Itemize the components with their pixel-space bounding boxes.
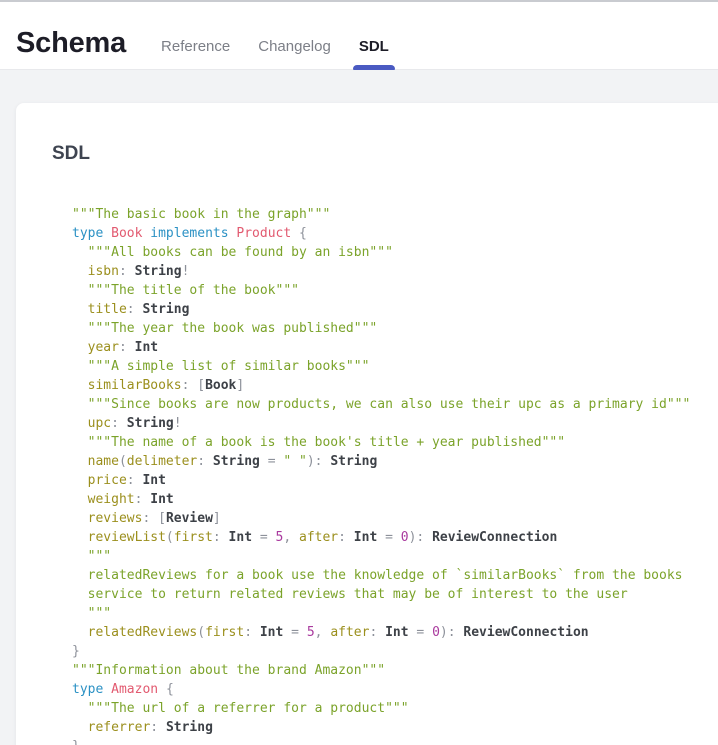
- schema-tabs: Reference Changelog SDL: [158, 38, 392, 69]
- tab-sdl[interactable]: SDL: [356, 38, 392, 69]
- code-line: referrer: String: [72, 718, 716, 737]
- code-line: type Amazon {: [72, 680, 716, 699]
- code-line: name(delimeter: String = " "): String: [72, 452, 716, 471]
- code-line: }: [72, 737, 716, 745]
- code-line: """The title of the book""": [72, 281, 716, 300]
- sdl-card: SDL """The basic book in the graph"""typ…: [16, 103, 718, 745]
- schema-header: Schema Reference Changelog SDL: [0, 0, 718, 70]
- code-line: """A simple list of similar books""": [72, 357, 716, 376]
- code-line: """All books can be found by an isbn""": [72, 243, 716, 262]
- code-line: """Information about the brand Amazon""": [72, 661, 716, 680]
- code-line: """: [72, 604, 716, 623]
- code-line: reviewList(first: Int = 5, after: Int = …: [72, 528, 716, 547]
- code-line: isbn: String!: [72, 262, 716, 281]
- code-line: service to return related reviews that m…: [72, 585, 716, 604]
- code-line: """Since books are now products, we can …: [72, 395, 716, 414]
- code-line: }: [72, 642, 716, 661]
- code-line: upc: String!: [72, 414, 716, 433]
- code-line: """The url of a referrer for a product""…: [72, 699, 716, 718]
- code-line: """The year the book was published""": [72, 319, 716, 338]
- page-title: Schema: [16, 28, 126, 60]
- code-line: """The basic book in the graph""": [72, 205, 716, 224]
- code-line: relatedReviews(first: Int = 5, after: In…: [72, 623, 716, 642]
- code-line: title: String: [72, 300, 716, 319]
- code-line: type Book implements Product {: [72, 224, 716, 243]
- code-line: price: Int: [72, 471, 716, 490]
- code-line: """The name of a book is the book's titl…: [72, 433, 716, 452]
- tab-changelog[interactable]: Changelog: [255, 38, 334, 69]
- tab-reference[interactable]: Reference: [158, 38, 233, 69]
- code-line: reviews: [Review]: [72, 509, 716, 528]
- main-content: SDL """The basic book in the graph"""typ…: [0, 70, 718, 745]
- code-line: """: [72, 547, 716, 566]
- code-line: year: Int: [72, 338, 716, 357]
- sdl-section-heading: SDL: [16, 103, 718, 167]
- sdl-code: """The basic book in the graph"""type Bo…: [16, 167, 718, 745]
- code-line: relatedReviews for a book use the knowle…: [72, 566, 716, 585]
- code-line: weight: Int: [72, 490, 716, 509]
- code-line: similarBooks: [Book]: [72, 376, 716, 395]
